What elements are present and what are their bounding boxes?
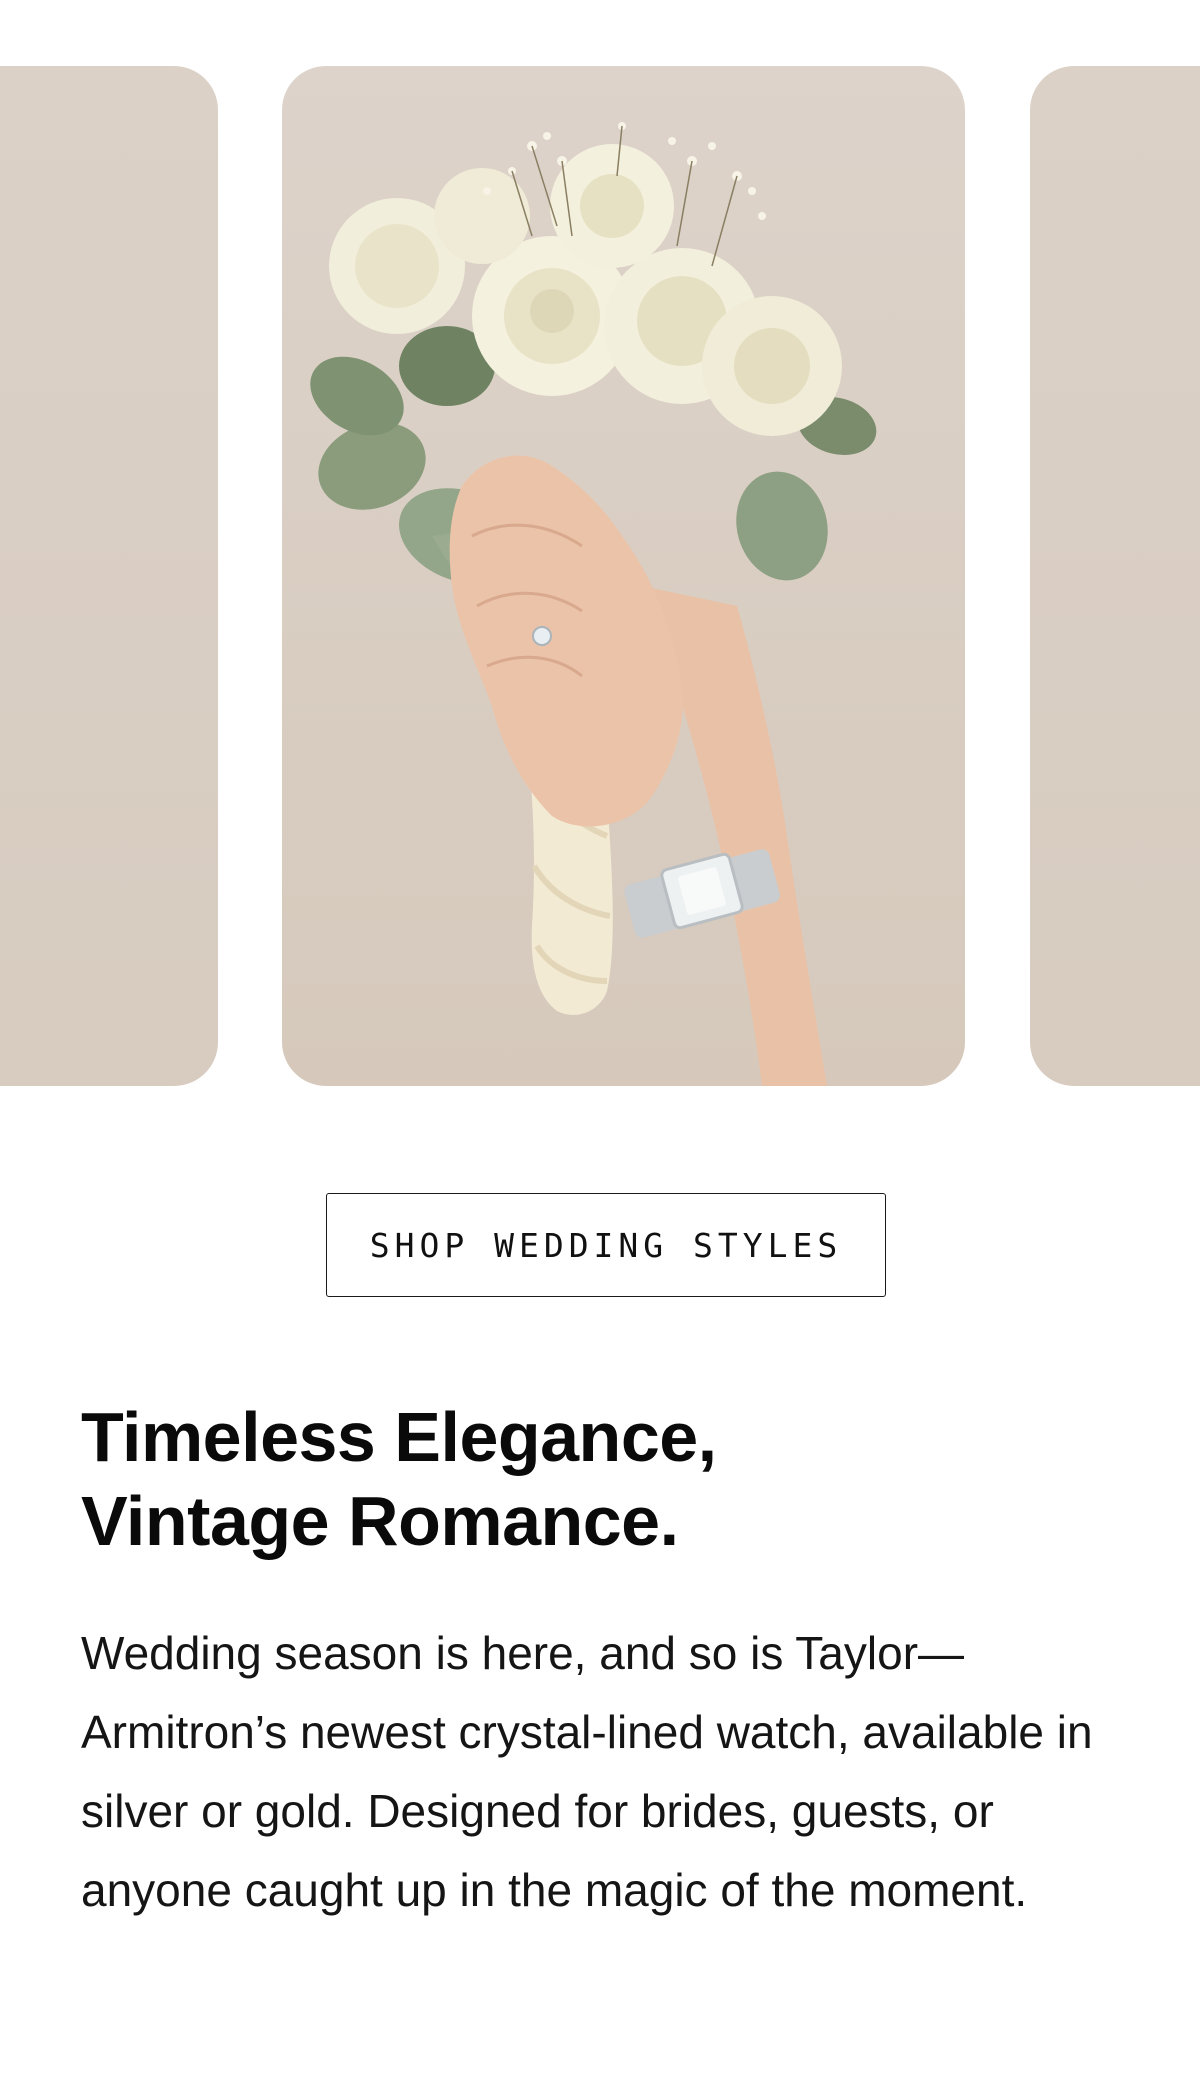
- shop-wedding-styles-label: SHOP WEDDING STYLES: [369, 1225, 843, 1265]
- shop-wedding-styles-button[interactable]: SHOP WEDDING STYLES: [326, 1193, 886, 1297]
- carousel-slide-next[interactable]: [1030, 66, 1200, 1086]
- bouquet-watch-image: [310, 122, 877, 1086]
- headline-line-2: Vintage Romance.: [81, 1482, 679, 1560]
- carousel-slide-current[interactable]: [282, 66, 965, 1086]
- headline-line-1: Timeless Elegance,: [81, 1398, 717, 1476]
- image-carousel[interactable]: [0, 0, 1200, 1090]
- section-headline: Timeless Elegance, Vintage Romance.: [81, 1395, 1121, 1563]
- carousel-slide-previous[interactable]: [0, 66, 218, 1086]
- body-paragraph: Wedding season is here, and so is Taylor…: [81, 1627, 1093, 1916]
